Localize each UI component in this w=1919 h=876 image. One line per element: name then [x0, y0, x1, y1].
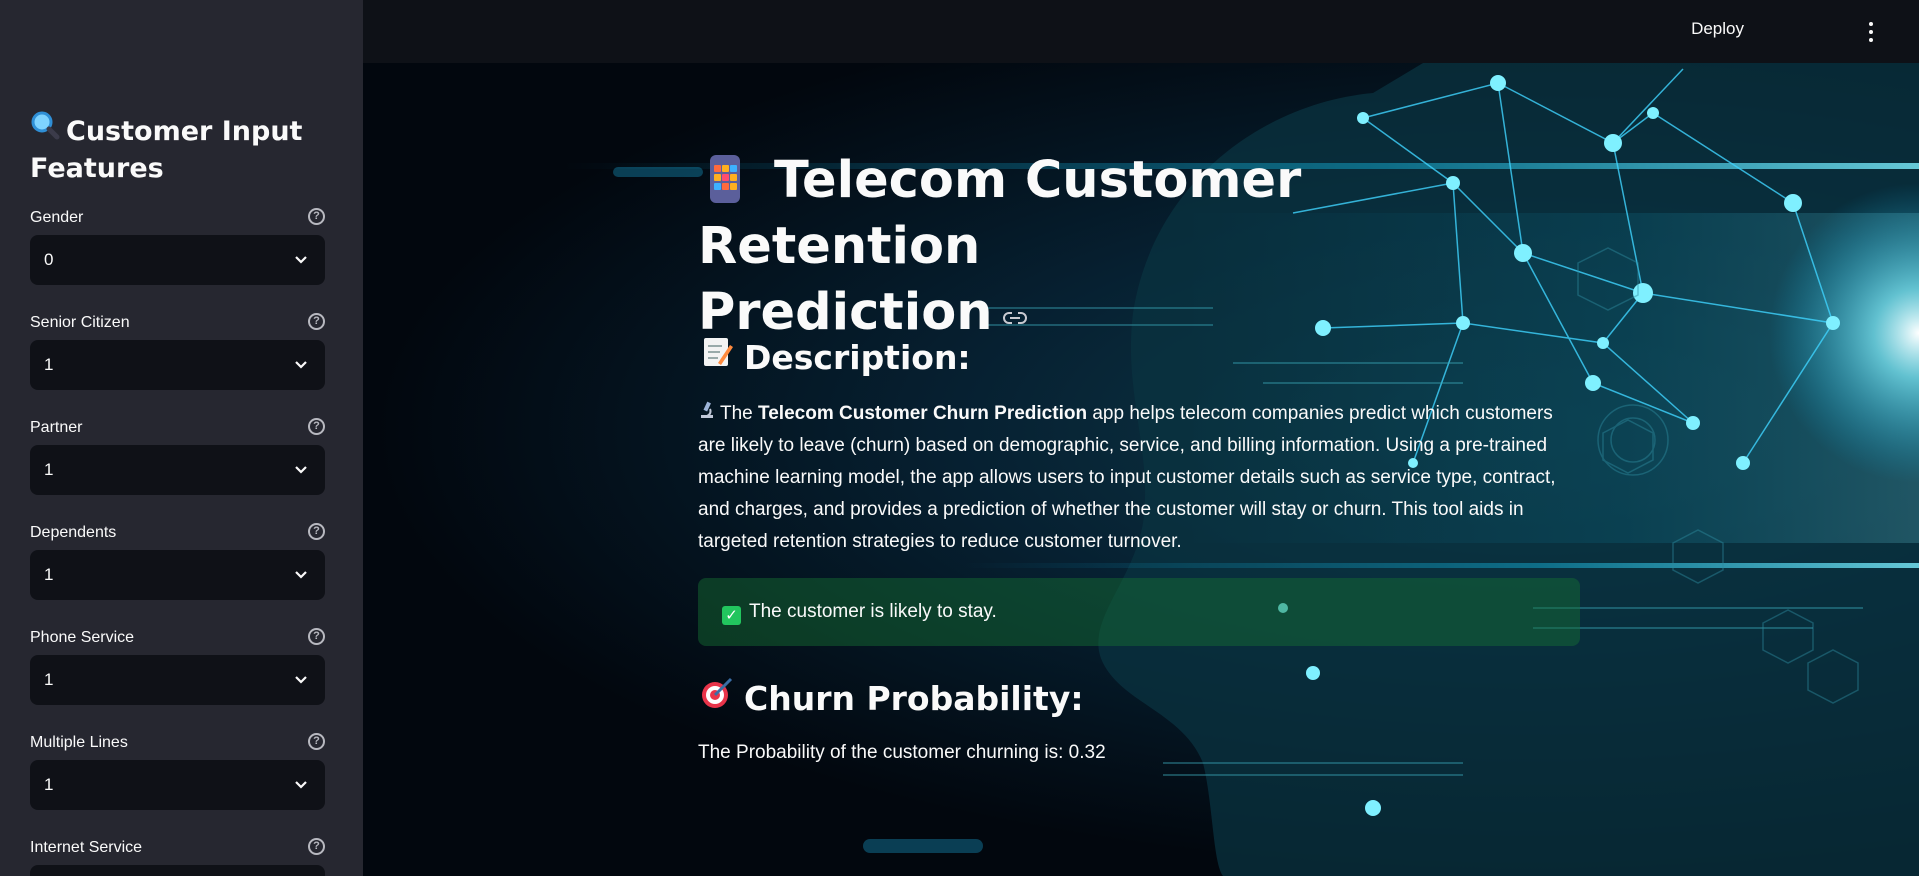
select-value: 1	[44, 565, 54, 584]
magnifier-icon	[30, 110, 60, 150]
description-heading: Description:	[700, 335, 971, 377]
help-icon[interactable]: ?	[308, 418, 325, 435]
target-icon	[700, 676, 734, 718]
chevron-down-icon	[295, 571, 307, 579]
description-lead: The	[720, 403, 759, 424]
description-paragraph: The Telecom Customer Churn Prediction ap…	[698, 398, 1578, 558]
help-icon[interactable]: ?	[308, 733, 325, 750]
memo-icon	[700, 335, 734, 377]
app-header: Deploy	[363, 0, 1919, 63]
field-partner: Partner ? 1	[30, 417, 325, 495]
field-label: Dependents	[30, 524, 117, 541]
microscope-icon	[698, 398, 716, 430]
senior-citizen-select[interactable]: 1	[30, 340, 325, 390]
success-message: The customer is likely to stay.	[749, 601, 997, 622]
field-label: Gender	[30, 209, 84, 226]
probability-text: The Probability of the customer churning…	[698, 742, 1106, 763]
select-value: 0	[44, 250, 54, 269]
field-label: Internet Service	[30, 839, 143, 856]
chevron-down-icon	[295, 361, 307, 369]
deploy-button[interactable]: Deploy	[1691, 19, 1744, 39]
field-phone-service: Phone Service ? 1	[30, 627, 325, 705]
title-line-1: Telecom Customer Retention	[698, 151, 1302, 276]
select-value: 1	[44, 670, 54, 689]
sidebar: Customer Input Features Gender ? 0 Senio…	[0, 0, 363, 876]
field-label: Multiple Lines	[30, 734, 128, 751]
chevron-down-icon	[295, 781, 307, 789]
probability-heading-text: Churn Probability:	[744, 679, 1084, 718]
field-dependents: Dependents ? 1	[30, 522, 325, 600]
select-value: 1	[44, 460, 54, 479]
field-label: Senior Citizen	[30, 314, 130, 331]
field-internet-service: Internet Service ?	[30, 837, 325, 876]
help-icon[interactable]: ?	[308, 313, 325, 330]
phone-service-select[interactable]: 1	[30, 655, 325, 705]
success-alert: ✓ The customer is likely to stay.	[698, 578, 1580, 646]
dependents-select[interactable]: 1	[30, 550, 325, 600]
multiple-lines-select[interactable]: 1	[30, 760, 325, 810]
check-mark-icon: ✓	[722, 606, 741, 625]
anchor-link-icon[interactable]	[1002, 311, 1027, 325]
title-line-2: Prediction	[698, 283, 993, 342]
page-title: Telecom Customer Retention Prediction	[698, 148, 1598, 346]
sidebar-title-text: Customer Input Features	[30, 116, 303, 184]
sidebar-title: Customer Input Features	[30, 110, 330, 187]
field-label: Partner	[30, 419, 83, 436]
partner-select[interactable]: 1	[30, 445, 325, 495]
description-app-name: Telecom Customer Churn Prediction	[758, 403, 1088, 424]
probability-heading: Churn Probability:	[700, 676, 1084, 718]
help-icon[interactable]: ?	[308, 523, 325, 540]
help-icon[interactable]: ?	[308, 838, 325, 855]
description-body: app helps telecom companies predict whic…	[698, 403, 1556, 552]
select-value: 1	[44, 355, 54, 374]
field-senior-citizen: Senior Citizen ? 1	[30, 312, 325, 390]
field-gender: Gender ? 0	[30, 207, 325, 285]
chevron-down-icon	[295, 466, 307, 474]
help-icon[interactable]: ?	[308, 208, 325, 225]
phone-icon	[710, 155, 740, 203]
internet-service-select[interactable]	[30, 865, 325, 876]
field-multiple-lines: Multiple Lines ? 1	[30, 732, 325, 810]
field-label: Phone Service	[30, 629, 135, 646]
select-value: 1	[44, 775, 54, 794]
help-icon[interactable]: ?	[308, 628, 325, 645]
main-menu-icon[interactable]	[1868, 22, 1874, 42]
chevron-down-icon	[295, 676, 307, 684]
gender-select[interactable]: 0	[30, 235, 325, 285]
description-heading-text: Description:	[744, 338, 971, 377]
chevron-down-icon	[295, 256, 307, 264]
